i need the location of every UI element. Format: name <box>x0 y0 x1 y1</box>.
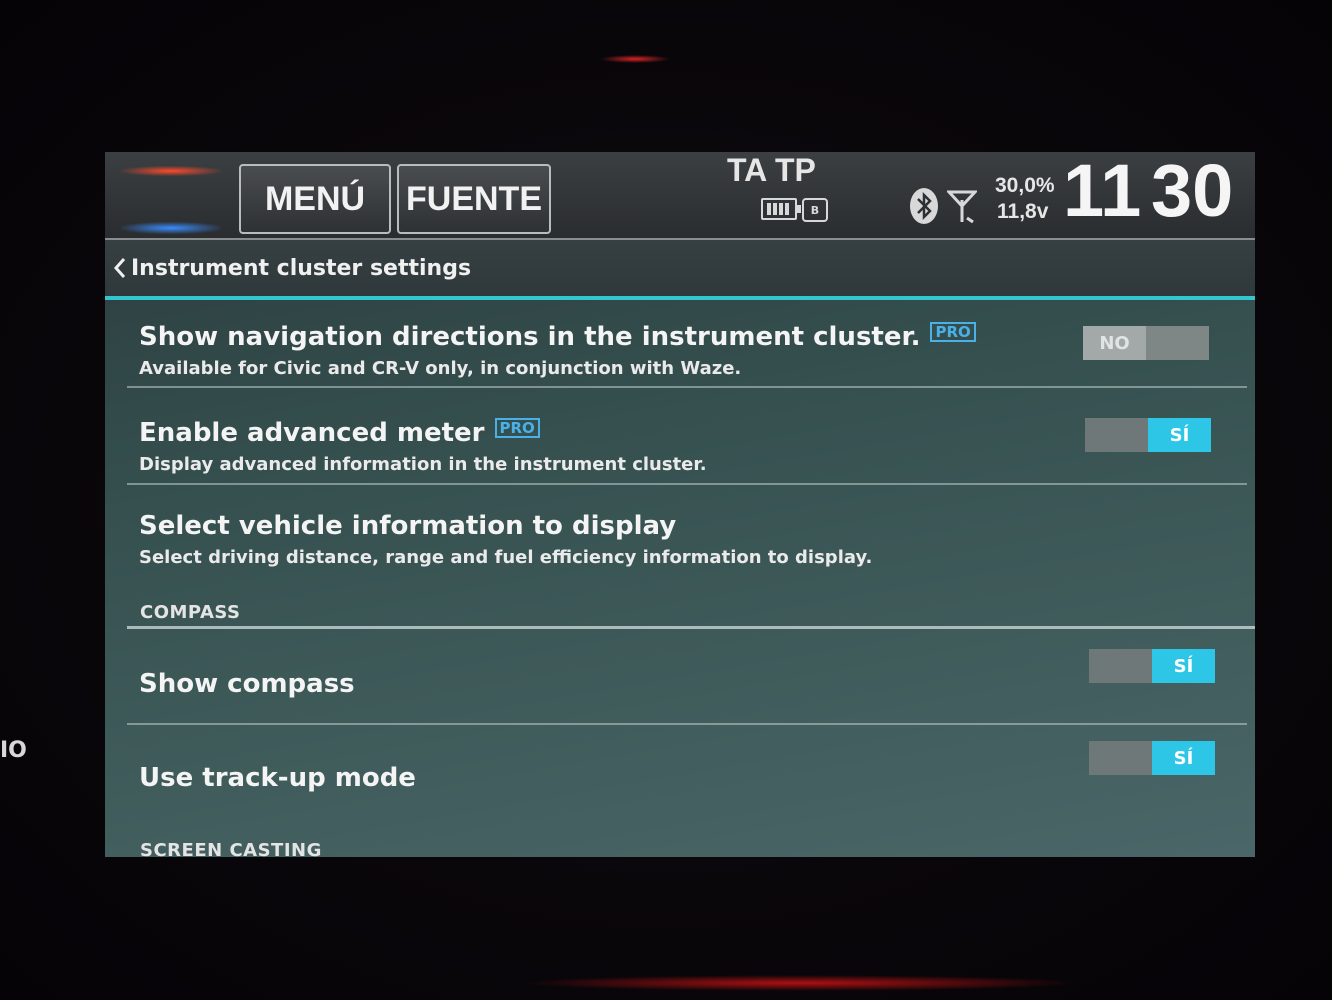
clock-hour: 11 <box>1063 152 1142 232</box>
setting-row-vehicle-information[interactable]: Select vehicle information to display Se… <box>127 485 1247 595</box>
toggle-label: SÍ <box>1152 649 1215 683</box>
breadcrumb[interactable]: Instrument cluster settings <box>105 240 1255 300</box>
toggle-label: SÍ <box>1148 418 1211 452</box>
setting-title: Select vehicle information to display <box>139 511 677 541</box>
clock-minute: 30 <box>1151 152 1234 232</box>
setting-row-show-compass[interactable]: Show compass SÍ <box>127 629 1247 725</box>
top-indicator-light <box>600 55 670 63</box>
chevron-left-icon[interactable] <box>113 256 129 280</box>
bottom-indicator-light <box>520 975 1080 991</box>
media-icon: B <box>802 198 828 222</box>
status-bar: MENÚ FUENTE TA TP B 30,0% 11,8v 11 30 <box>105 152 1255 240</box>
setting-title: Show navigation directions in the instru… <box>139 321 976 352</box>
setting-row-advanced-meter[interactable]: Enable advanced meter PRO Display advance… <box>127 388 1247 485</box>
setting-title: Show compass <box>139 669 355 699</box>
source-button[interactable]: FUENTE <box>397 164 551 234</box>
track-up-mode-toggle[interactable]: SÍ <box>1089 741 1215 775</box>
show-compass-toggle[interactable]: SÍ <box>1089 649 1215 683</box>
setting-title: Enable advanced meter PRO <box>139 417 540 448</box>
battery-icon <box>761 198 801 220</box>
setting-row-track-up-mode[interactable]: Use track-up mode SÍ <box>127 725 1247 825</box>
ta-tp-indicator: TA TP <box>727 152 816 188</box>
voltage-value: 11,8v <box>997 200 1049 223</box>
page-title: Instrument cluster settings <box>131 255 472 281</box>
infotainment-screen: MENÚ FUENTE TA TP B 30,0% 11,8v 11 30 In… <box>105 152 1255 857</box>
pro-badge: PRO <box>930 321 976 342</box>
bluetooth-icon <box>910 188 938 224</box>
antenna-signal-icon <box>947 190 977 224</box>
advanced-meter-toggle[interactable]: SÍ <box>1085 418 1211 452</box>
setting-title: Use track-up mode <box>139 763 416 793</box>
setting-subtitle: Select driving distance, range and fuel … <box>139 547 873 568</box>
setting-subtitle: Display advanced information in the inst… <box>139 454 707 475</box>
head-unit-bezel: IO MENÚ FUENTE TA TP B 30,0% 11,8v 11 30… <box>0 0 1332 1000</box>
navigation-directions-toggle[interactable]: NO <box>1083 326 1209 360</box>
screen-casting-section-label: SCREEN CASTING <box>140 840 322 857</box>
voltage-percent: 30,0% <box>995 174 1055 197</box>
bezel-side-label: IO <box>0 738 27 763</box>
toggle-label: SÍ <box>1152 741 1215 775</box>
menu-button[interactable]: MENÚ <box>239 164 391 234</box>
compass-section-label: COMPASS <box>140 602 241 623</box>
home-logo-icon[interactable] <box>121 166 221 236</box>
toggle-label: NO <box>1083 326 1146 360</box>
pro-badge: PRO <box>494 417 540 438</box>
setting-row-navigation-directions[interactable]: Show navigation directions in the instru… <box>127 300 1247 388</box>
setting-subtitle: Available for Civic and CR-V only, in co… <box>139 358 742 379</box>
